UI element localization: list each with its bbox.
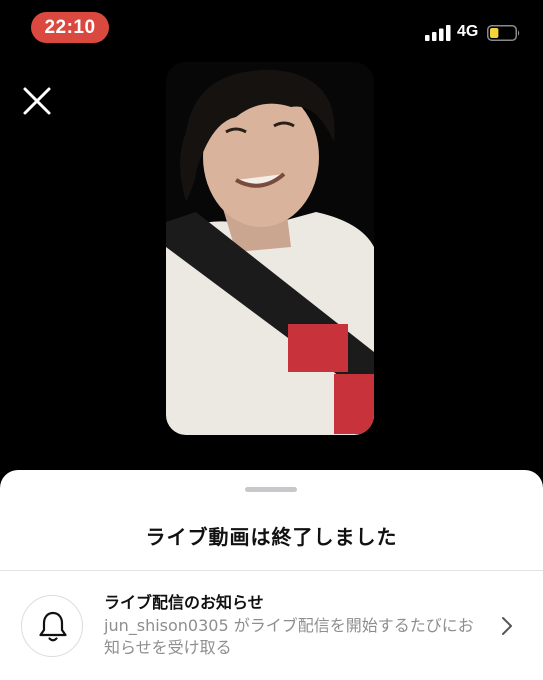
status-time: 22:10 <box>31 12 109 43</box>
live-notification-option[interactable]: ライブ配信のお知らせ jun_shison0305 がライブ配信を開始するたびに… <box>0 571 543 680</box>
notification-description: jun_shison0305 がライブ配信を開始するたびにお知らせを受け取る <box>104 616 474 657</box>
sheet-grabber[interactable] <box>245 487 297 492</box>
signal-icon <box>425 25 451 41</box>
live-video-preview <box>166 62 374 435</box>
chevron-right-icon <box>502 617 512 635</box>
screen: 22:10 4G ライブ動画は終了しました ライブ配信のお知らせ jun_shi… <box>0 0 543 680</box>
battery-icon <box>487 25 520 41</box>
network-label: 4G <box>457 23 479 40</box>
close-icon <box>23 87 51 115</box>
sheet-title: ライブ動画は終了しました <box>145 525 398 549</box>
bell-icon-container <box>21 595 83 657</box>
bell-icon <box>39 611 67 642</box>
video-thumbnail-image <box>166 62 374 435</box>
notification-title: ライブ配信のお知らせ <box>104 593 264 612</box>
close-button[interactable] <box>20 84 54 118</box>
live-ended-sheet: ライブ動画は終了しました ライブ配信のお知らせ jun_shison0305 が… <box>0 470 543 680</box>
